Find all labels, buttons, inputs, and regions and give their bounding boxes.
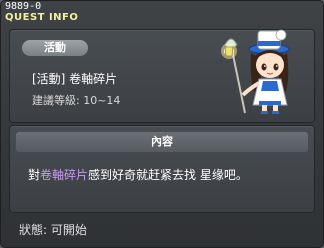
quest-category-tag: 活動 xyxy=(22,40,88,56)
description-prefix: 對 xyxy=(28,168,41,182)
quest-description: 對卷軸碎片感到好奇就赶紧去找 星缘吧。 xyxy=(28,166,248,183)
content-header: 內容 xyxy=(16,132,308,152)
npc-portrait-icon xyxy=(221,29,290,114)
quest-recommended-level: 建議等級: 10~14 xyxy=(32,94,121,107)
item-name-highlight: 卷軸碎片 xyxy=(40,168,89,182)
window-title: QUEST INFO xyxy=(5,12,79,23)
quest-info-window: 9889-0 QUEST INFO 活動 [活動] 卷軸碎片 建議等級: 10~… xyxy=(0,0,324,248)
description-suffix: 感到好奇就赶紧去找 星缘吧。 xyxy=(88,168,248,182)
quest-content-panel: 內容 對卷軸碎片感到好奇就赶紧去找 星缘吧。 xyxy=(9,125,315,213)
quest-status: 狀態: 可開始 xyxy=(19,223,87,237)
quest-name: [活動] 卷軸碎片 xyxy=(32,72,118,86)
